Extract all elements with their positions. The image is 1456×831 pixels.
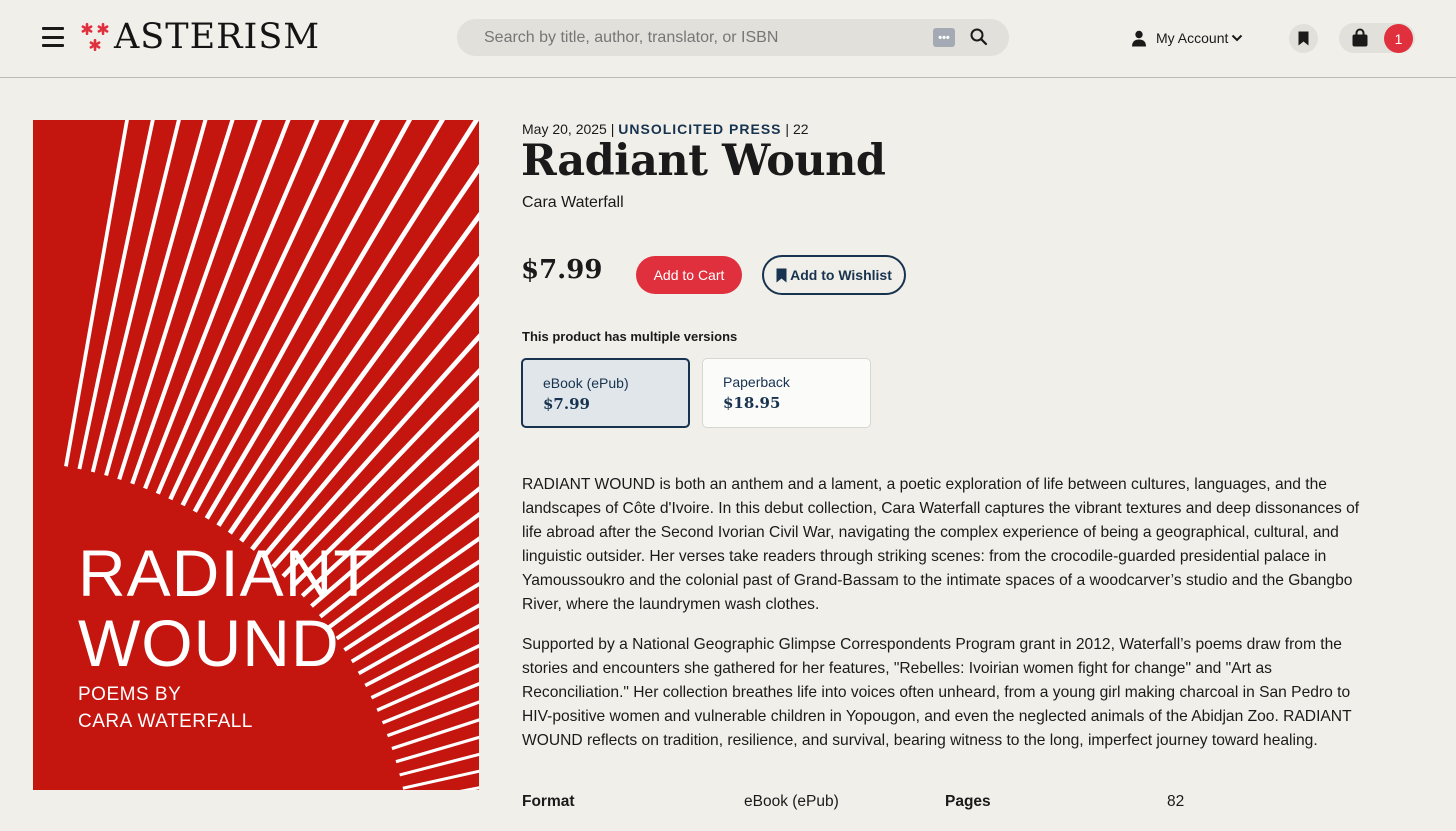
cover-ray xyxy=(239,211,479,543)
version-option-ebook[interactable]: eBook (ePub) $7.99 xyxy=(521,358,690,428)
account-menu[interactable]: My Account xyxy=(1131,28,1243,48)
user-icon xyxy=(1132,30,1146,46)
logo-text: ASTERISM xyxy=(114,17,321,57)
site-header: ASTERISM ••• My Account 1 xyxy=(0,0,1456,78)
versions-label: This product has multiple versions xyxy=(522,329,738,344)
version-name: eBook (ePub) xyxy=(543,375,629,391)
publisher-link[interactable]: UNSOLICITED PRESS xyxy=(618,121,781,137)
add-to-wishlist-button[interactable]: Add to Wishlist xyxy=(762,255,906,295)
cover-sub-line2: CARA WATERFALL xyxy=(78,711,253,732)
password-manager-icon[interactable]: ••• xyxy=(933,28,955,47)
site-logo[interactable]: ASTERISM xyxy=(78,14,320,60)
asterisk-logo-icon xyxy=(81,23,109,51)
spec-pages-value: 82 xyxy=(1167,793,1185,810)
add-to-wishlist-label: Add to Wishlist xyxy=(790,267,892,283)
cover-title: RADIANT WOUND xyxy=(78,538,375,678)
search-icon[interactable] xyxy=(969,27,989,47)
cover-sub-line1: POEMS BY xyxy=(78,684,182,705)
description-paragraph: Supported by a National Geographic Glimp… xyxy=(522,636,1352,749)
publication-meta: May 20, 2025 | UNSOLICITED PRESS | 22 xyxy=(522,121,809,137)
product-price: $7.99 xyxy=(521,255,603,285)
cover-subtitle: POEMS BY CARA WATERFALL xyxy=(78,681,253,735)
version-name: Paperback xyxy=(723,374,790,390)
cover-ray xyxy=(227,164,479,535)
product-description: RADIANT WOUND is both an anthem and a la… xyxy=(522,473,1372,769)
cover-title-line2: WOUND xyxy=(78,606,340,680)
product-title: Radiant Wound xyxy=(521,136,886,186)
bookmark-icon xyxy=(1298,31,1309,46)
search-bar[interactable] xyxy=(457,19,1009,56)
cover-title-line1: RADIANT xyxy=(78,536,375,610)
spec-format-key: Format xyxy=(522,793,575,810)
chevron-down-icon xyxy=(1232,34,1243,42)
spec-format-value: eBook (ePub) xyxy=(744,793,839,810)
author-link[interactable]: Cara Waterfall xyxy=(522,194,624,212)
cover-ray xyxy=(64,120,129,467)
account-label: My Account xyxy=(1156,30,1229,46)
cover-ray xyxy=(300,430,479,598)
publication-date: May 20, 2025 xyxy=(522,121,607,137)
series-number: 22 xyxy=(792,121,809,137)
menu-icon[interactable] xyxy=(42,27,64,47)
description-paragraph: RADIANT WOUND is both an anthem and a la… xyxy=(522,476,1360,613)
cover-ray xyxy=(271,333,479,569)
wishlist-button[interactable] xyxy=(1289,24,1318,53)
cart-button[interactable]: 1 xyxy=(1339,23,1415,53)
shopping-bag-icon xyxy=(1352,28,1368,47)
add-to-cart-button[interactable]: Add to Cart xyxy=(636,256,742,294)
bookmark-icon xyxy=(776,268,787,282)
meta-separator: | xyxy=(785,121,790,137)
cart-count-badge: 1 xyxy=(1384,24,1413,53)
spec-pages-key: Pages xyxy=(945,793,991,810)
book-cover: RADIANT WOUND POEMS BY CARA WATERFALL xyxy=(33,120,479,790)
version-price: $7.99 xyxy=(543,395,590,413)
version-option-paperback[interactable]: Paperback $18.95 xyxy=(702,358,871,428)
version-price: $18.95 xyxy=(723,394,781,412)
search-input[interactable] xyxy=(457,28,917,47)
meta-separator: | xyxy=(610,121,615,137)
